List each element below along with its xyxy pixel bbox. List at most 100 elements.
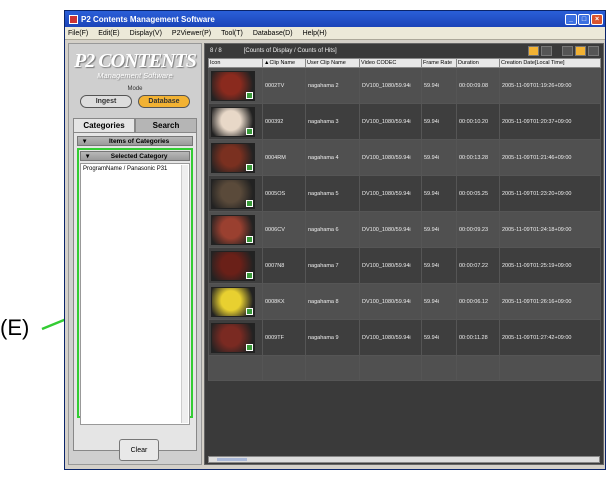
col-user-clip-name[interactable]: User Clip Name bbox=[305, 58, 360, 68]
video-codec: DV100_1080/59.94i bbox=[359, 139, 422, 176]
proxy-badge-icon bbox=[246, 307, 253, 315]
clip-thumbnail[interactable] bbox=[211, 250, 255, 281]
duration: 00:00:10.20 bbox=[456, 103, 500, 140]
clear-button[interactable]: Clear bbox=[119, 439, 159, 461]
clip-name: 0009TF bbox=[262, 319, 306, 356]
video-codec: DV100_1080/59.94i bbox=[359, 67, 422, 104]
duration: 00:00:05.25 bbox=[456, 175, 500, 212]
menu-file[interactable]: File(F) bbox=[68, 30, 88, 37]
table-row[interactable]: 0002TV nagahama 2 DV100_1080/59.94i 59.9… bbox=[208, 67, 601, 104]
col-frame-rate[interactable]: Frame Rate bbox=[421, 58, 457, 68]
clip-thumbnail[interactable] bbox=[211, 142, 255, 173]
info-bar: 8 / 8 [Counts of Display / Counts of Hit… bbox=[205, 44, 603, 58]
col-icon[interactable]: Icon bbox=[208, 58, 263, 68]
frame-rate: 59.94i bbox=[421, 67, 457, 104]
tab-search[interactable]: Search bbox=[135, 118, 197, 133]
menu-bar: File(F) Edit(E) Display(V) P2Viewer(P) T… bbox=[65, 27, 605, 40]
title-bar: P2 Contents Management Software _ □ × bbox=[65, 11, 605, 27]
close-button[interactable]: × bbox=[591, 13, 603, 25]
frame-rate: 59.94i bbox=[421, 283, 457, 320]
clip-thumbnail[interactable] bbox=[211, 70, 255, 101]
col-clip-name[interactable]: ▲Clip Name bbox=[262, 58, 306, 68]
items-of-categories-header[interactable]: ▾ Items of Categories bbox=[77, 136, 193, 146]
maximize-button[interactable]: □ bbox=[578, 13, 590, 25]
video-codec: DV100_1080/59.94i bbox=[359, 319, 422, 356]
menu-help[interactable]: Help(H) bbox=[303, 30, 327, 37]
clip-name: 0002TV bbox=[262, 67, 306, 104]
menu-edit[interactable]: Edit(E) bbox=[98, 30, 119, 37]
clip-thumbnail[interactable] bbox=[211, 178, 255, 209]
window-title: P2 Contents Management Software bbox=[81, 14, 215, 24]
selected-category-highlight: ▾ Selected Category ProgramName / Panaso… bbox=[77, 148, 193, 425]
table-header: Icon ▲Clip Name User Clip Name Video COD… bbox=[208, 58, 601, 68]
selected-category-header[interactable]: ▾ Selected Category bbox=[80, 151, 190, 161]
table-row[interactable]: 0006CV nagahama 6 DV100_1080/59.94i 59.9… bbox=[208, 211, 601, 248]
hit-count-label: [Counts of Display / Counts of Hits] bbox=[243, 48, 337, 54]
duration: 00:00:07.22 bbox=[456, 247, 500, 284]
frame-rate: 59.94i bbox=[421, 247, 457, 284]
proxy-badge-icon bbox=[246, 163, 253, 171]
table-row[interactable]: 0004RM nagahama 4 DV100_1080/59.94i 59.9… bbox=[208, 139, 601, 176]
duration: 00:00:11.28 bbox=[456, 319, 500, 356]
clip-thumbnail[interactable] bbox=[211, 214, 255, 245]
minimize-button[interactable]: _ bbox=[565, 13, 577, 25]
user-clip-name: nagahama 3 bbox=[305, 103, 360, 140]
clip-thumbnail[interactable] bbox=[211, 106, 255, 137]
selected-category-item[interactable]: ProgramName / Panasonic P31 bbox=[83, 166, 187, 172]
mode-switch: Ingest Database bbox=[69, 95, 201, 108]
col-video-codec[interactable]: Video CODEC bbox=[359, 58, 422, 68]
hit-count: 8 / 8 bbox=[210, 48, 222, 54]
video-codec: DV100_1080/59.94i bbox=[359, 247, 422, 284]
ingest-mode-button[interactable]: Ingest bbox=[80, 95, 132, 108]
col-duration[interactable]: Duration bbox=[456, 58, 500, 68]
horizontal-scrollbar[interactable] bbox=[208, 456, 600, 463]
tab-categories[interactable]: Categories bbox=[73, 118, 135, 133]
creation-date: 2005-11-09T01:23:20+09:00 bbox=[499, 175, 601, 212]
clip-name: 000392 bbox=[262, 103, 306, 140]
user-clip-name: nagahama 7 bbox=[305, 247, 360, 284]
app-icon bbox=[69, 14, 78, 24]
table-row[interactable]: 0005OS nagahama 5 DV100_1080/59.94i 59.9… bbox=[208, 175, 601, 212]
menu-p2viewer[interactable]: P2Viewer(P) bbox=[172, 30, 211, 37]
creation-date: 2005-11-09T01:21:46+09:00 bbox=[499, 139, 601, 176]
clip-thumbnail[interactable] bbox=[211, 322, 255, 353]
user-clip-name: nagahama 2 bbox=[305, 67, 360, 104]
table-row-empty bbox=[208, 355, 601, 381]
frame-rate: 59.94i bbox=[421, 175, 457, 212]
duration: 00:00:13.28 bbox=[456, 139, 500, 176]
col-creation-date[interactable]: Creation Date[Local Time] bbox=[499, 58, 601, 68]
table-row[interactable]: 000392 nagahama 3 DV100_1080/59.94i 59.9… bbox=[208, 103, 601, 140]
selected-category-label: Selected Category bbox=[110, 152, 168, 160]
video-codec: DV100_1080/59.94i bbox=[359, 175, 422, 212]
list-view-icon[interactable] bbox=[588, 46, 599, 56]
horizontal-scrollbar-thumb[interactable] bbox=[217, 458, 247, 461]
proxy-badge-icon bbox=[246, 199, 253, 207]
creation-date: 2005-11-09T01:19:26+09:00 bbox=[499, 67, 601, 104]
callout-label-e: (E) bbox=[0, 315, 30, 340]
user-clip-name: nagahama 5 bbox=[305, 175, 360, 212]
proxy-badge-icon bbox=[246, 91, 253, 99]
user-clip-name: nagahama 9 bbox=[305, 319, 360, 356]
database-mode-button[interactable]: Database bbox=[138, 95, 190, 108]
detail-view-icon[interactable] bbox=[575, 46, 586, 56]
large-icon-view-icon[interactable] bbox=[562, 46, 573, 56]
user-clip-name: nagahama 4 bbox=[305, 139, 360, 176]
creation-date: 2005-11-09T01:25:19+09:00 bbox=[499, 247, 601, 284]
duration: 00:00:09.08 bbox=[456, 67, 500, 104]
menu-tool[interactable]: Tool(T) bbox=[221, 30, 243, 37]
grid-view-icon[interactable] bbox=[541, 46, 552, 56]
proxy-badge-icon bbox=[246, 235, 253, 243]
app-logo: P2 CONTENTS bbox=[74, 50, 197, 72]
status-bar bbox=[65, 465, 605, 469]
table-row[interactable]: 0009TF nagahama 9 DV100_1080/59.94i 59.9… bbox=[208, 319, 601, 356]
table-row[interactable]: 0008KX nagahama 8 DV100_1080/59.94i 59.9… bbox=[208, 283, 601, 320]
category-list-scrollbar[interactable] bbox=[181, 165, 188, 423]
menu-database[interactable]: Database(D) bbox=[253, 30, 293, 37]
table-row[interactable]: 0007N8 nagahama 7 DV100_1080/59.94i 59.9… bbox=[208, 247, 601, 284]
mode-label: Mode bbox=[127, 86, 143, 92]
selected-category-list[interactable]: ProgramName / Panasonic P31 bbox=[80, 163, 190, 425]
clip-thumbnail[interactable] bbox=[211, 286, 255, 317]
menu-display[interactable]: Display(V) bbox=[130, 30, 162, 37]
thumbnail-view-icon[interactable] bbox=[528, 46, 539, 56]
frame-rate: 59.94i bbox=[421, 139, 457, 176]
